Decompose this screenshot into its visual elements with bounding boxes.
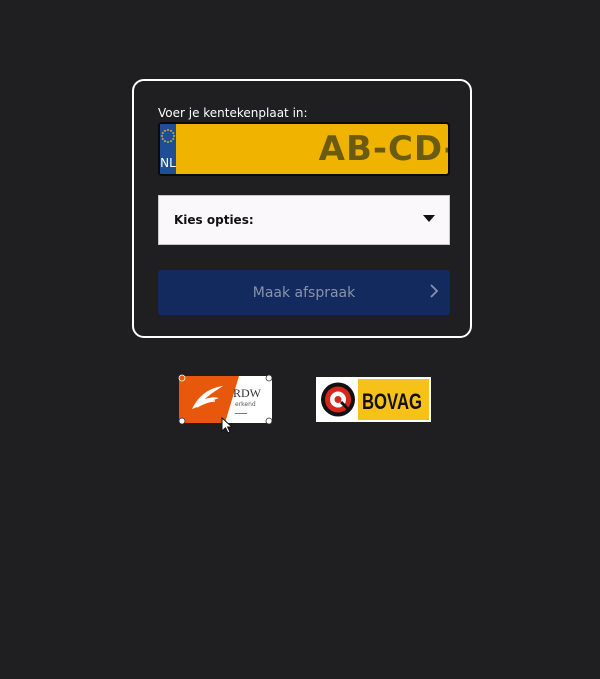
license-plate-field[interactable]: NL xyxy=(158,122,450,176)
options-select-label: Kies opties: xyxy=(174,213,254,227)
license-plate-input[interactable] xyxy=(176,124,448,174)
rdw-logo-name: RDW xyxy=(233,386,262,400)
plate-eu-strip: NL xyxy=(160,124,176,174)
caret-down-icon xyxy=(423,214,435,222)
bovag-logo-name: BOVAG xyxy=(362,389,422,414)
chevron-right-icon xyxy=(430,284,439,298)
bovag-logo: BOVAG xyxy=(316,377,431,422)
appointment-form-card: Voer je kentekenplaat in: NL Kies opties… xyxy=(132,79,472,338)
eu-stars-icon xyxy=(161,129,175,143)
plate-label: Voer je kentekenplaat in: xyxy=(158,106,308,120)
plate-country-code: NL xyxy=(160,156,176,170)
make-appointment-label: Maak afspraak xyxy=(252,284,356,301)
options-select[interactable]: Kies opties: xyxy=(158,195,450,245)
rdw-logo-sub: erkend xyxy=(235,401,256,408)
make-appointment-button[interactable]: Maak afspraak xyxy=(158,270,450,315)
mouse-cursor-icon xyxy=(221,417,234,434)
